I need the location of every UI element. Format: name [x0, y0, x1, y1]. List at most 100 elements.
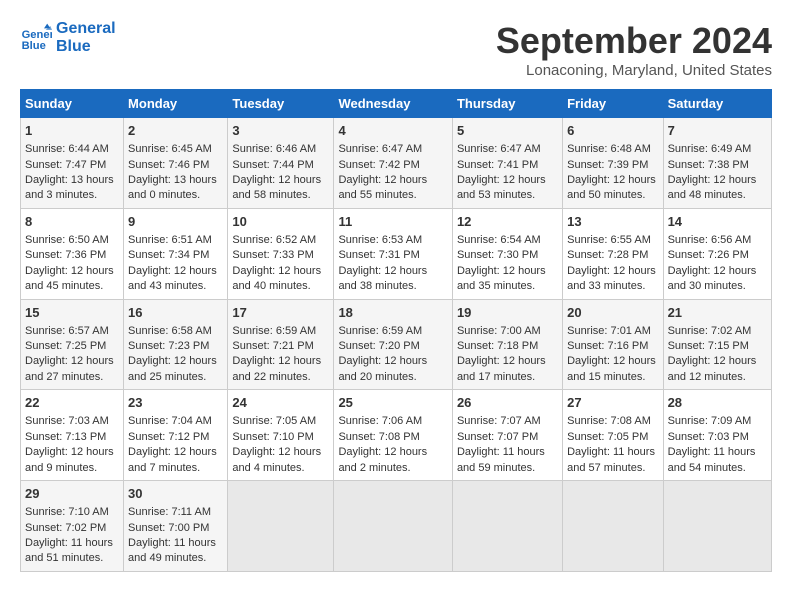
sunset-label: Sunset: 7:25 PM — [25, 340, 106, 352]
sunrise-label: Sunrise: 6:57 AM — [25, 325, 109, 337]
day-number: 14 — [668, 213, 767, 231]
day-number: 6 — [567, 122, 658, 140]
week-row-3: 15 Sunrise: 6:57 AM Sunset: 7:25 PM Dayl… — [21, 299, 772, 390]
day-number: 9 — [128, 213, 223, 231]
svg-text:Blue: Blue — [22, 40, 46, 52]
header-friday: Friday — [563, 90, 663, 118]
sunset-label: Sunset: 7:26 PM — [668, 249, 749, 261]
svg-text:General: General — [22, 29, 52, 41]
daylight-label: Daylight: 12 hours and 40 minutes. — [232, 265, 321, 292]
sunset-label: Sunset: 7:41 PM — [457, 159, 538, 171]
sunset-label: Sunset: 7:10 PM — [232, 431, 313, 443]
day-cell: 1 Sunrise: 6:44 AM Sunset: 7:47 PM Dayli… — [21, 118, 124, 209]
sunrise-label: Sunrise: 7:10 AM — [25, 506, 109, 518]
sunrise-label: Sunrise: 7:05 AM — [232, 415, 316, 427]
day-cell: 14 Sunrise: 6:56 AM Sunset: 7:26 PM Dayl… — [663, 208, 771, 299]
sunrise-label: Sunrise: 6:44 AM — [25, 143, 109, 155]
sunrise-label: Sunrise: 6:59 AM — [338, 325, 422, 337]
header-sunday: Sunday — [21, 90, 124, 118]
day-cell: 5 Sunrise: 6:47 AM Sunset: 7:41 PM Dayli… — [452, 118, 562, 209]
sunset-label: Sunset: 7:16 PM — [567, 340, 648, 352]
sunset-label: Sunset: 7:28 PM — [567, 249, 648, 261]
sunset-label: Sunset: 7:42 PM — [338, 159, 419, 171]
day-cell — [334, 481, 453, 572]
sunrise-label: Sunrise: 6:55 AM — [567, 234, 651, 246]
sunset-label: Sunset: 7:05 PM — [567, 431, 648, 443]
sunrise-label: Sunrise: 6:59 AM — [232, 325, 316, 337]
day-cell: 19 Sunrise: 7:00 AM Sunset: 7:18 PM Dayl… — [452, 299, 562, 390]
day-cell: 24 Sunrise: 7:05 AM Sunset: 7:10 PM Dayl… — [228, 390, 334, 481]
day-cell: 28 Sunrise: 7:09 AM Sunset: 7:03 PM Dayl… — [663, 390, 771, 481]
day-cell: 4 Sunrise: 6:47 AM Sunset: 7:42 PM Dayli… — [334, 118, 453, 209]
sunset-label: Sunset: 7:20 PM — [338, 340, 419, 352]
day-number: 13 — [567, 213, 658, 231]
calendar-table: SundayMondayTuesdayWednesdayThursdayFrid… — [20, 89, 772, 572]
day-number: 29 — [25, 485, 119, 503]
day-number: 21 — [668, 304, 767, 322]
day-cell — [563, 481, 663, 572]
day-number: 17 — [232, 304, 329, 322]
day-cell: 21 Sunrise: 7:02 AM Sunset: 7:15 PM Dayl… — [663, 299, 771, 390]
daylight-label: Daylight: 12 hours and 25 minutes. — [128, 355, 217, 382]
day-cell: 29 Sunrise: 7:10 AM Sunset: 7:02 PM Dayl… — [21, 481, 124, 572]
sunset-label: Sunset: 7:00 PM — [128, 522, 209, 534]
daylight-label: Daylight: 12 hours and 55 minutes. — [338, 174, 427, 201]
day-cell: 6 Sunrise: 6:48 AM Sunset: 7:39 PM Dayli… — [563, 118, 663, 209]
sunrise-label: Sunrise: 6:47 AM — [457, 143, 541, 155]
sunrise-label: Sunrise: 6:56 AM — [668, 234, 752, 246]
sunrise-label: Sunrise: 7:09 AM — [668, 415, 752, 427]
sunrise-label: Sunrise: 7:07 AM — [457, 415, 541, 427]
day-cell: 23 Sunrise: 7:04 AM Sunset: 7:12 PM Dayl… — [124, 390, 228, 481]
day-number: 30 — [128, 485, 223, 503]
day-number: 11 — [338, 213, 448, 231]
calendar-header-row: SundayMondayTuesdayWednesdayThursdayFrid… — [21, 90, 772, 118]
sunrise-label: Sunrise: 7:08 AM — [567, 415, 651, 427]
day-number: 27 — [567, 394, 658, 412]
daylight-label: Daylight: 12 hours and 38 minutes. — [338, 265, 427, 292]
logo: General Blue General Blue — [20, 20, 116, 55]
day-cell — [663, 481, 771, 572]
day-number: 1 — [25, 122, 119, 140]
sunrise-label: Sunrise: 6:50 AM — [25, 234, 109, 246]
sunset-label: Sunset: 7:30 PM — [457, 249, 538, 261]
page-title: September 2024 — [496, 20, 772, 62]
sunrise-label: Sunrise: 6:48 AM — [567, 143, 651, 155]
sunset-label: Sunset: 7:31 PM — [338, 249, 419, 261]
logo-icon: General Blue — [20, 22, 52, 54]
sunrise-label: Sunrise: 6:46 AM — [232, 143, 316, 155]
daylight-label: Daylight: 12 hours and 2 minutes. — [338, 446, 427, 473]
day-cell: 18 Sunrise: 6:59 AM Sunset: 7:20 PM Dayl… — [334, 299, 453, 390]
daylight-label: Daylight: 12 hours and 48 minutes. — [668, 174, 757, 201]
sunset-label: Sunset: 7:34 PM — [128, 249, 209, 261]
daylight-label: Daylight: 12 hours and 4 minutes. — [232, 446, 321, 473]
day-cell: 30 Sunrise: 7:11 AM Sunset: 7:00 PM Dayl… — [124, 481, 228, 572]
sunset-label: Sunset: 7:08 PM — [338, 431, 419, 443]
day-number: 2 — [128, 122, 223, 140]
day-number: 10 — [232, 213, 329, 231]
daylight-label: Daylight: 12 hours and 22 minutes. — [232, 355, 321, 382]
sunrise-label: Sunrise: 6:54 AM — [457, 234, 541, 246]
sunset-label: Sunset: 7:36 PM — [25, 249, 106, 261]
sunset-label: Sunset: 7:12 PM — [128, 431, 209, 443]
daylight-label: Daylight: 13 hours and 3 minutes. — [25, 174, 114, 201]
daylight-label: Daylight: 12 hours and 43 minutes. — [128, 265, 217, 292]
week-row-1: 1 Sunrise: 6:44 AM Sunset: 7:47 PM Dayli… — [21, 118, 772, 209]
header-saturday: Saturday — [663, 90, 771, 118]
daylight-label: Daylight: 12 hours and 7 minutes. — [128, 446, 217, 473]
daylight-label: Daylight: 12 hours and 20 minutes. — [338, 355, 427, 382]
day-cell: 10 Sunrise: 6:52 AM Sunset: 7:33 PM Dayl… — [228, 208, 334, 299]
sunset-label: Sunset: 7:23 PM — [128, 340, 209, 352]
header-tuesday: Tuesday — [228, 90, 334, 118]
sunset-label: Sunset: 7:21 PM — [232, 340, 313, 352]
header-monday: Monday — [124, 90, 228, 118]
daylight-label: Daylight: 12 hours and 15 minutes. — [567, 355, 656, 382]
day-cell: 2 Sunrise: 6:45 AM Sunset: 7:46 PM Dayli… — [124, 118, 228, 209]
daylight-label: Daylight: 11 hours and 54 minutes. — [668, 446, 756, 473]
day-cell: 9 Sunrise: 6:51 AM Sunset: 7:34 PM Dayli… — [124, 208, 228, 299]
sunrise-label: Sunrise: 6:53 AM — [338, 234, 422, 246]
sunrise-label: Sunrise: 7:02 AM — [668, 325, 752, 337]
week-row-4: 22 Sunrise: 7:03 AM Sunset: 7:13 PM Dayl… — [21, 390, 772, 481]
day-cell: 26 Sunrise: 7:07 AM Sunset: 7:07 PM Dayl… — [452, 390, 562, 481]
day-number: 5 — [457, 122, 558, 140]
sunrise-label: Sunrise: 6:52 AM — [232, 234, 316, 246]
